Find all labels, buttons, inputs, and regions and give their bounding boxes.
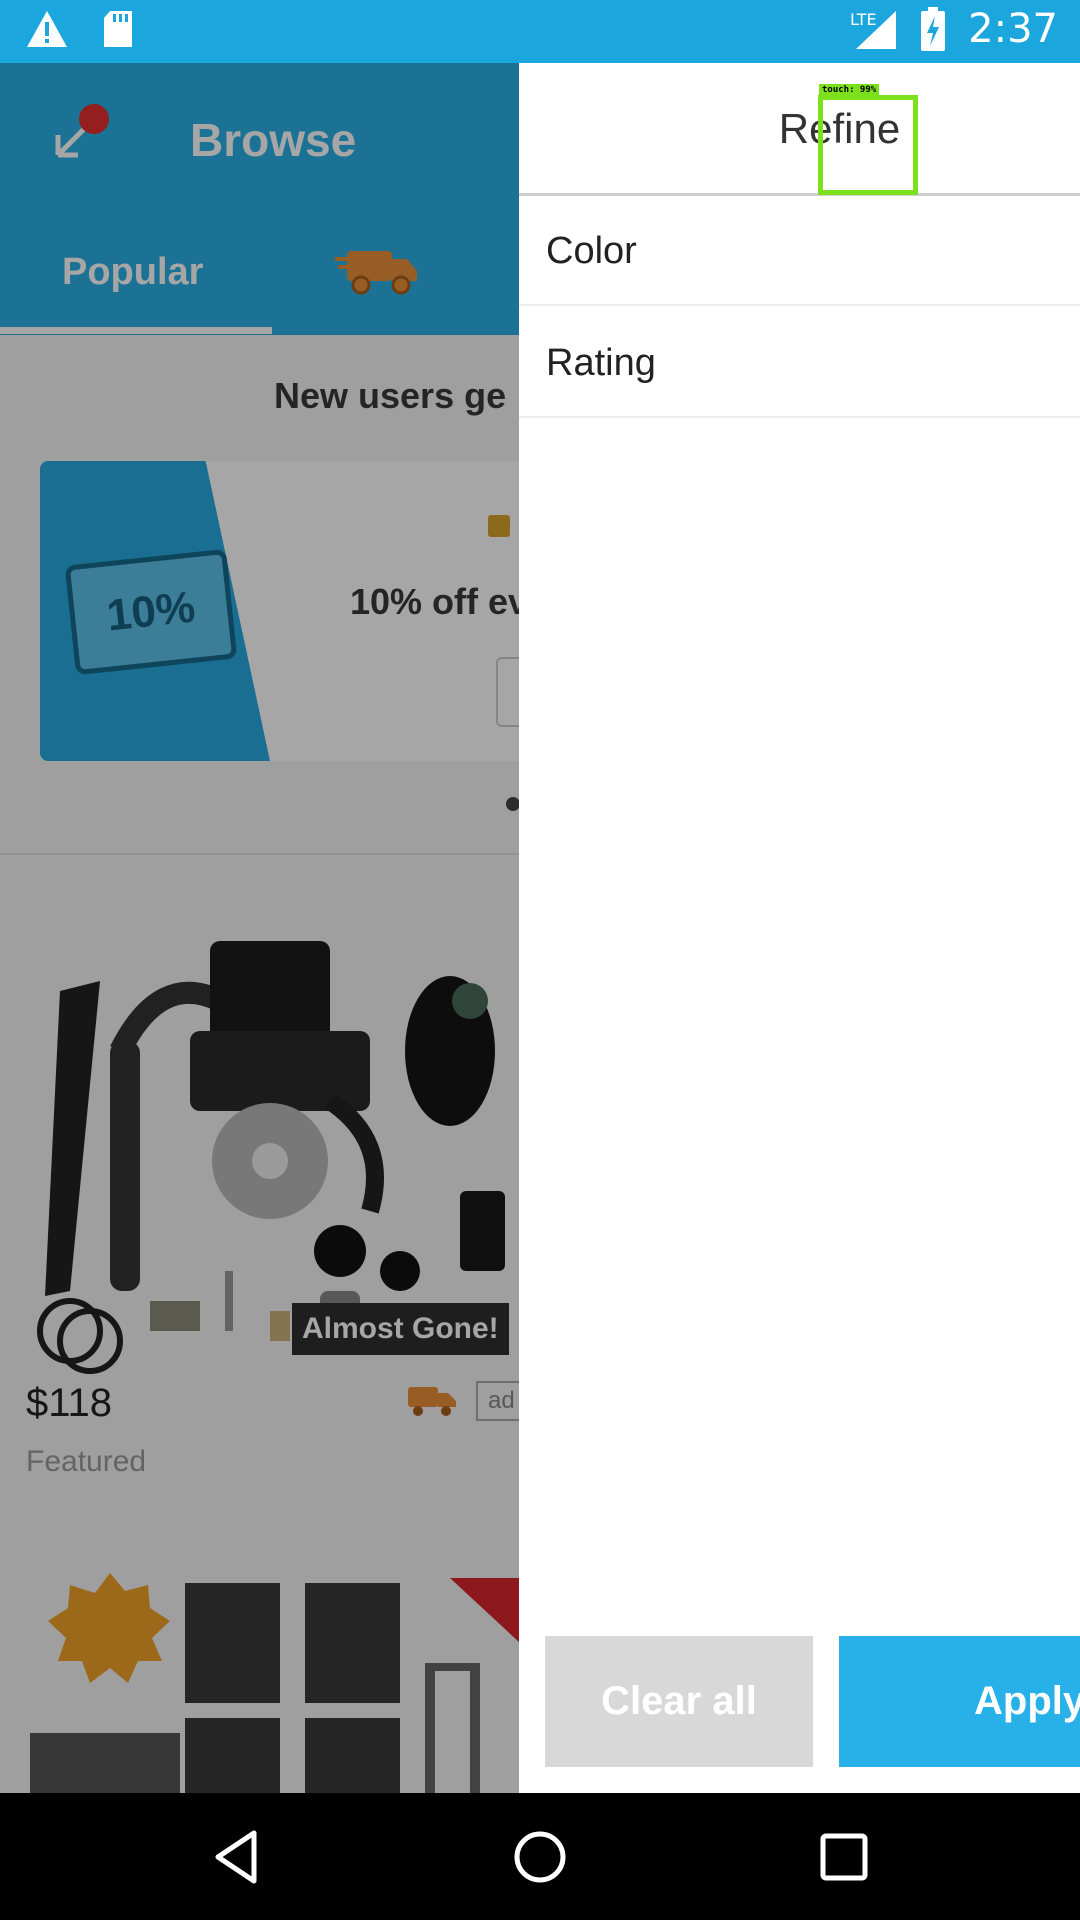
- refine-drawer: Refine Color Rating Clear all Apply: [519, 63, 1080, 1793]
- filter-label-rating: Rating: [546, 342, 656, 384]
- signal-icon: LTE: [850, 10, 897, 49]
- battery-charging-icon: [921, 7, 946, 51]
- sd-card-icon: [104, 11, 132, 47]
- navigation-bar: [0, 1793, 1080, 1920]
- touch-indicator-box: [818, 95, 918, 195]
- apply-button[interactable]: Apply: [839, 1636, 1080, 1767]
- filter-label-color: Color: [546, 230, 637, 272]
- back-icon[interactable]: [208, 1827, 268, 1887]
- warning-icon: [27, 11, 67, 47]
- clear-all-button[interactable]: Clear all: [545, 1636, 813, 1767]
- svg-text:LTE: LTE: [850, 10, 877, 29]
- drawer-title: Refine: [778, 105, 901, 152]
- home-icon[interactable]: [510, 1827, 570, 1887]
- recents-icon[interactable]: [814, 1827, 874, 1887]
- status-time: 2:37: [968, 6, 1058, 52]
- filter-row-rating[interactable]: Rating: [519, 308, 1080, 418]
- filter-row-color[interactable]: Color: [519, 196, 1080, 306]
- status-bar: LTE 2:37: [0, 0, 1080, 63]
